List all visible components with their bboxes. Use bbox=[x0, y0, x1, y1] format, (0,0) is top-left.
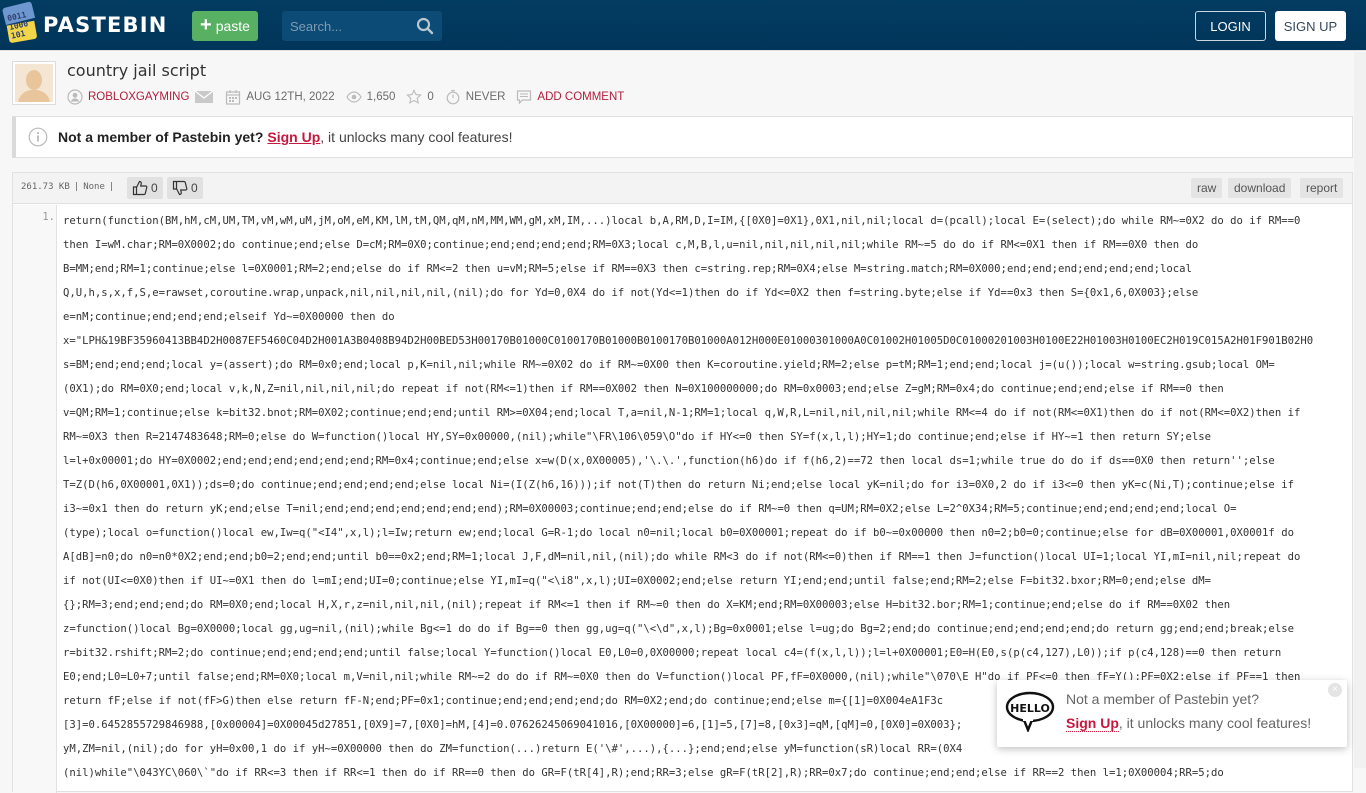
dislike-count: 0 bbox=[191, 181, 198, 195]
notice-rest: , it unlocks many cool features! bbox=[320, 129, 513, 145]
code-row: e=nM;continue;end;end;end;elseif Yd~=0X0… bbox=[63, 311, 395, 323]
author-avatar[interactable] bbox=[12, 61, 56, 105]
code-row: A[dB]=n0;do n0=n0*0X2;end;end;b0=2;end;e… bbox=[63, 551, 1301, 563]
star-icon[interactable] bbox=[406, 89, 423, 105]
separator: | bbox=[73, 182, 80, 192]
top-navbar: 0011 1000 101 PASTEBIN + paste LOGIN SIG… bbox=[0, 0, 1366, 51]
popup-close-icon[interactable]: × bbox=[1328, 683, 1342, 697]
hello-speech-bubble-icon: HELLO bbox=[1005, 691, 1055, 732]
code-row: (type);local o=function()local ew,Iw=q("… bbox=[63, 527, 1294, 539]
new-paste-label: paste bbox=[215, 18, 250, 34]
code-row: return(function(BM,hM,cM,UM,TM,vM,wM,uM,… bbox=[63, 215, 1301, 227]
message-envelope-icon[interactable] bbox=[194, 89, 214, 105]
calendar-icon bbox=[226, 90, 241, 105]
hello-text: HELLO bbox=[1010, 702, 1050, 715]
download-button[interactable]: download bbox=[1228, 178, 1292, 198]
meta-views: 1,650 bbox=[345, 89, 396, 105]
new-paste-button[interactable]: + paste bbox=[192, 11, 258, 41]
code-toolbar: 261.73 KB | None | 0 0 raw download repo… bbox=[13, 173, 1352, 204]
raw-button[interactable]: raw bbox=[1191, 178, 1223, 198]
popup-rest: , it unlocks many cool features! bbox=[1118, 715, 1312, 731]
meta-comment: ADD COMMENT bbox=[516, 89, 624, 105]
code-row: RM~=0X3 then R=2147483648;RM=0;else do W… bbox=[63, 431, 1212, 443]
code-row: then I=wM.char;RM=0X0002;do continue;end… bbox=[63, 239, 1199, 251]
code-row: z=function()local Bg=0X0000;local gg,ug=… bbox=[63, 623, 1294, 635]
like-count: 0 bbox=[151, 181, 158, 195]
like-button[interactable]: 0 bbox=[127, 177, 163, 199]
signup-button[interactable]: SIGN UP bbox=[1275, 11, 1346, 41]
signup-popup: HELLO Not a member of Pastebin yet? Sign… bbox=[997, 680, 1347, 747]
thumbs-up-icon bbox=[132, 180, 148, 196]
report-button[interactable]: report bbox=[1300, 178, 1344, 198]
popup-cta: Sign Up, it unlocks many cool features! bbox=[1066, 715, 1312, 732]
author-link[interactable]: ROBLOXGAYMING bbox=[88, 91, 189, 103]
timer-icon bbox=[446, 89, 460, 105]
popup-signup-link[interactable]: Sign Up bbox=[1066, 715, 1119, 732]
code-row: (0X1);do RM=0X0;end;local v,k,N,Z=nil,ni… bbox=[63, 383, 1224, 395]
separator: | bbox=[108, 182, 115, 192]
dislike-button[interactable]: 0 bbox=[167, 177, 203, 199]
code-row: (nil)while"\043YC\060\`"do if RR<=3 then… bbox=[63, 767, 1224, 779]
eye-icon bbox=[345, 91, 362, 103]
avatar-placeholder bbox=[15, 64, 53, 102]
meta-date: AUG 12TH, 2022 bbox=[225, 89, 335, 105]
code-row: r=bit32.rshift;RM=2;do continue;end;end;… bbox=[63, 647, 1282, 659]
info-icon bbox=[28, 127, 48, 147]
star-count: 0 bbox=[427, 91, 434, 103]
signup-notice-banner: Not a member of Pastebin yet? Sign Up , … bbox=[12, 116, 1353, 158]
meta-expiry: NEVER bbox=[445, 89, 506, 105]
search-icon[interactable] bbox=[416, 17, 434, 35]
thumbs-down-icon bbox=[172, 180, 188, 196]
code-row: v=QM;RM=1;continue;else k=bit32.bnot;RM=… bbox=[63, 407, 1301, 419]
main-content: country jail script ROBLOXGAYMING AUG 12… bbox=[0, 52, 1366, 793]
code-row: x="LPH&19BF35960413BB4D2H0087EF5460C04D2… bbox=[63, 335, 1314, 347]
code-row: T=Z(D(h6,0X00001,0X1));ds=0;do continue;… bbox=[63, 479, 1294, 491]
paste-info: 261.73 KB | None | bbox=[21, 182, 114, 192]
user-icon bbox=[67, 89, 83, 105]
brand-name[interactable]: PASTEBIN bbox=[43, 13, 168, 37]
code-row: s=BM;end;end;end;local y=(assert);do RM=… bbox=[63, 359, 1275, 371]
code-row: Q,U,h,s,x,f,S,e=rawset,coroutine.wrap,un… bbox=[63, 287, 1199, 299]
line-gutter: 1. bbox=[13, 205, 57, 793]
code-row: B=MM;end;RM=1;continue;else l=0X0001;RM=… bbox=[63, 263, 1192, 275]
plus-icon: + bbox=[200, 14, 212, 36]
paste-meta: ROBLOXGAYMING AUG 12TH, 2022 1,650 0 NEV… bbox=[67, 88, 635, 106]
paste-size: 261.73 KB bbox=[21, 182, 70, 192]
notice-signup-link[interactable]: Sign Up bbox=[267, 129, 320, 145]
comment-icon bbox=[517, 90, 532, 105]
avatar-head bbox=[26, 70, 42, 90]
meta-author: ROBLOXGAYMING bbox=[67, 89, 214, 105]
popup-question: Not a member of Pastebin yet? bbox=[1066, 691, 1259, 707]
line-number: 1. bbox=[42, 211, 55, 223]
code-row: i3~=0x1 then do return yK;end;else T=nil… bbox=[63, 503, 1237, 515]
expiry-value: NEVER bbox=[465, 91, 506, 103]
notice-question: Not a member of Pastebin yet? bbox=[58, 129, 264, 145]
pastebin-logo-icon[interactable]: 0011 1000 101 bbox=[1, 1, 38, 44]
avatar-body bbox=[18, 90, 50, 102]
paste-title: country jail script bbox=[67, 61, 207, 80]
add-comment-link[interactable]: ADD COMMENT bbox=[537, 91, 624, 103]
login-button[interactable]: LOGIN bbox=[1195, 11, 1266, 41]
view-count: 1,650 bbox=[366, 91, 396, 103]
code-row: if not(UI<=0X0)then if UI~=0X1 then do l… bbox=[63, 575, 1212, 587]
paste-syntax: None bbox=[83, 182, 105, 192]
code-row: {};RM=3;end;end;end;do RM=0X0;end;local … bbox=[63, 599, 1231, 611]
search-box bbox=[282, 11, 442, 41]
code-row: l=l+0x00001;do HY=0X0002;end;end;end;end… bbox=[63, 455, 1275, 467]
meta-stars: 0 bbox=[406, 89, 434, 105]
paste-date: AUG 12TH, 2022 bbox=[246, 91, 335, 103]
page-scrollbar[interactable] bbox=[1354, 52, 1366, 768]
search-input[interactable] bbox=[282, 11, 412, 41]
